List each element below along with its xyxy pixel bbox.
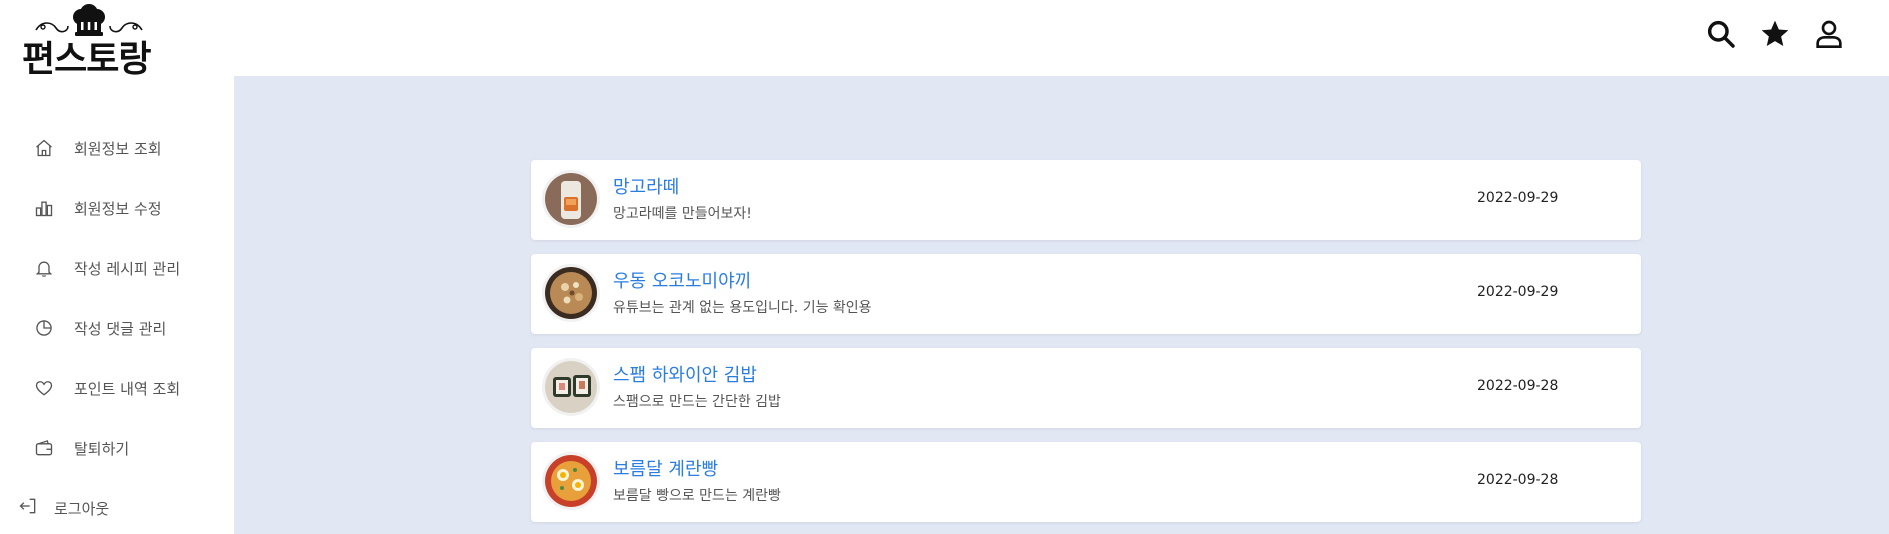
recipe-description: 망고라떼를 만들어보자! (613, 206, 752, 222)
logout-button[interactable]: 로그아웃 (18, 488, 109, 528)
heart-icon (32, 376, 56, 400)
egg-bread-thumbnail (545, 455, 597, 507)
mango-latte-thumbnail (545, 173, 597, 225)
logout-label: 로그아웃 (54, 499, 110, 518)
logout-icon (18, 496, 38, 520)
logo[interactable]: 편스토랑 (20, 4, 151, 80)
recipe-date: 2022-09-29 (1477, 284, 1559, 300)
okonomiyaki-thumbnail (545, 267, 597, 319)
sidebar-item-points[interactable]: 포인트 내역 조회 (32, 368, 180, 408)
sidebar-item-label: 작성 레시피 관리 (74, 259, 181, 278)
main-content: 망고라떼 망고라떼를 만들어보자! 2022-09-29 우동 오코노미야끼 유… (234, 76, 1889, 534)
bar-chart-icon (32, 196, 56, 220)
sidebar-item-my-comments[interactable]: 작성 댓글 관리 (32, 308, 166, 348)
sidebar-item-withdraw[interactable]: 탈퇴하기 (32, 428, 129, 468)
top-header (234, 0, 1889, 76)
recipe-title[interactable]: 스팸 하와이안 김밥 (613, 361, 757, 387)
sidebar-item-member-edit[interactable]: 회원정보 수정 (32, 188, 162, 228)
recipe-date: 2022-09-28 (1477, 472, 1559, 488)
recipe-card[interactable]: 망고라떼 망고라떼를 만들어보자! 2022-09-29 (531, 160, 1641, 240)
recipe-card[interactable]: 보름달 계란빵 보름달 빵으로 만드는 계란빵 2022-09-28 (531, 442, 1641, 522)
star-icon[interactable] (1757, 16, 1793, 52)
sidebar-item-label: 회원정보 수정 (74, 199, 162, 218)
spam-kimbap-thumbnail (545, 361, 597, 413)
search-icon[interactable] (1703, 16, 1739, 52)
recipe-card[interactable]: 우동 오코노미야끼 유튜브는 관계 없는 용도입니다. 기능 확인용 2022-… (531, 254, 1641, 334)
recipe-description: 스팸으로 만드는 간단한 김밥 (613, 394, 781, 410)
recipe-title[interactable]: 보름달 계란빵 (613, 455, 718, 481)
recipe-title[interactable]: 우동 오코노미야끼 (613, 267, 751, 293)
sidebar-item-label: 탈퇴하기 (74, 439, 130, 458)
recipe-description: 유튜브는 관계 없는 용도입니다. 기능 확인용 (613, 300, 872, 316)
recipe-title[interactable]: 망고라떼 (613, 173, 679, 199)
sidebar-item-label: 회원정보 조회 (74, 139, 162, 158)
recipe-card[interactable]: 스팸 하와이안 김밥 스팸으로 만드는 간단한 김밥 2022-09-28 (531, 348, 1641, 428)
home-icon (32, 136, 56, 160)
sidebar-item-label: 작성 댓글 관리 (74, 319, 167, 338)
logo-text: 편스토랑 (22, 39, 151, 80)
recipe-description: 보름달 빵으로 만드는 계란빵 (613, 488, 781, 504)
header-actions (1703, 16, 1847, 52)
user-icon[interactable] (1811, 16, 1847, 52)
sidebar-item-member-info[interactable]: 회원정보 조회 (32, 128, 162, 168)
pie-chart-icon (32, 316, 56, 340)
sidebar: 편스토랑 회원정보 조회 회원정보 수정 작성 레시피 관리 작성 댓글 관리 … (0, 0, 234, 534)
recipe-date: 2022-09-29 (1477, 190, 1559, 206)
sidebar-item-my-recipes[interactable]: 작성 레시피 관리 (32, 248, 180, 288)
wallet-icon (32, 436, 56, 460)
sidebar-item-label: 포인트 내역 조회 (74, 379, 181, 398)
bell-icon (32, 256, 56, 280)
recipe-date: 2022-09-28 (1477, 378, 1559, 394)
